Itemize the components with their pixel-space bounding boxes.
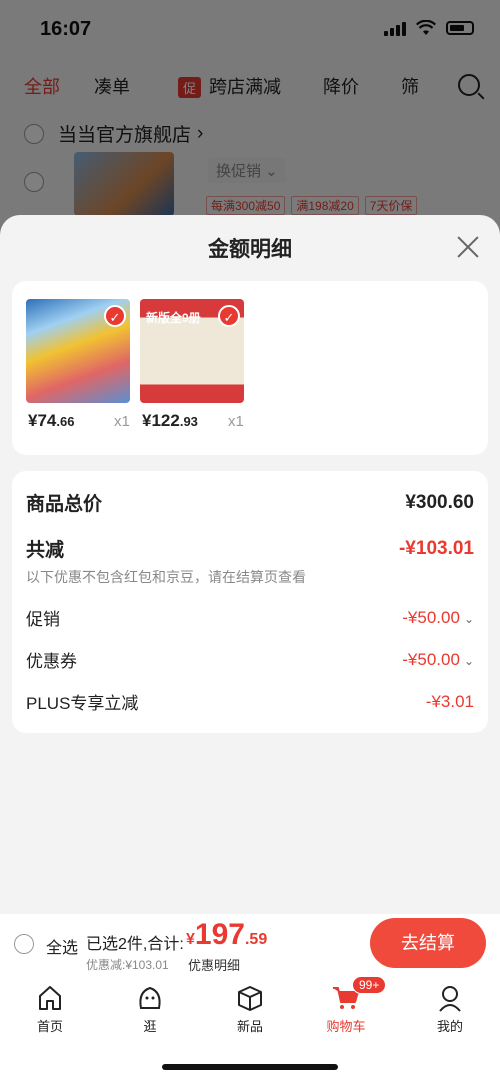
checkout-button[interactable]: 去结算 (370, 918, 486, 968)
total-row: 商品总价 ¥300.60 (26, 489, 474, 516)
products-card: ✓ ¥74.66 x1 新版全9册 ✓ ¥122.93 x1 (12, 281, 488, 455)
reduce-label: 共减 (26, 540, 65, 561)
tab-browse-label: 逛 (143, 1019, 157, 1034)
home-icon (35, 984, 65, 1012)
amount-detail-sheet: 金额明细 ✓ ¥74.66 x1 新版全9册 ✓ ¥122.93 x1 商品总价… (0, 215, 500, 915)
user-icon (435, 984, 465, 1012)
promo-value-wrap: -¥50.00 ⌄ (402, 608, 474, 628)
tab-me-label: 我的 (436, 1019, 463, 1034)
selected-info: 已选2件,合计: (86, 936, 184, 953)
coupon-value: -¥50.00 (402, 649, 460, 669)
plus-row: PLUS专享立减 -¥3.01 (26, 689, 474, 714)
sheet-title: 金额明细 (208, 238, 292, 261)
product-item[interactable]: 新版全9册 ✓ ¥122.93 x1 (140, 299, 250, 430)
tab-browse[interactable]: 逛 (110, 984, 190, 1035)
check-icon: ✓ (104, 305, 126, 327)
total-value: ¥300.60 (405, 491, 474, 513)
price-summary-card: 商品总价 ¥300.60 共减 -¥103.01 以下优惠不包含红包和京豆，请在… (12, 471, 488, 733)
tab-new[interactable]: 新品 (210, 984, 290, 1035)
plus-label: PLUS专享立减 (26, 694, 139, 713)
face-icon (135, 984, 165, 1012)
product-image: 新版全9册 ✓ (140, 299, 244, 403)
chevron-down-icon: ⌄ (463, 653, 474, 668)
product-quantity: x1 (228, 413, 244, 430)
check-icon: ✓ (218, 305, 240, 327)
reduce-row: 共减 -¥103.01 (26, 535, 474, 562)
box-icon (235, 984, 265, 1012)
home-indicator (162, 1064, 338, 1070)
coupon-value-wrap: -¥50.00 ⌄ (402, 650, 474, 670)
select-all-label[interactable]: 全选 (46, 934, 78, 958)
total-label: 商品总价 (26, 494, 103, 515)
chevron-down-icon: ⌄ (463, 611, 474, 626)
product-item[interactable]: ✓ ¥74.66 x1 (26, 299, 136, 430)
tab-home-label: 首页 (36, 1019, 63, 1034)
product-price: ¥74.66 (28, 411, 75, 430)
cart-badge: 99+ (352, 976, 387, 994)
promo-value: -¥50.00 (402, 607, 460, 627)
discount-amount: 优惠减:¥103.01 (86, 958, 169, 972)
coupon-row[interactable]: 优惠券 -¥50.00 ⌄ (26, 647, 474, 672)
checkout-bar: 全选 已选2件,合计: ¥197.59 优惠减:¥103.01 优惠明细 去结算 (0, 914, 500, 974)
promo-label: 促销 (26, 610, 60, 629)
plus-value: -¥3.01 (425, 691, 474, 711)
reduce-value: -¥103.01 (398, 537, 474, 559)
promo-row[interactable]: 促销 -¥50.00 ⌄ (26, 605, 474, 630)
product-quantity: x1 (114, 413, 130, 430)
select-all-checkbox[interactable] (14, 934, 34, 954)
tab-me[interactable]: 我的 (410, 984, 490, 1035)
total-price: ¥197.59 (186, 918, 268, 951)
tab-new-label: 新品 (236, 1019, 263, 1034)
product-image: ✓ (26, 299, 130, 403)
close-icon[interactable] (456, 235, 480, 259)
coupon-label: 优惠券 (26, 652, 77, 671)
discount-detail-link[interactable]: 优惠明细 (188, 955, 240, 974)
product-ribbon: 新版全9册 (146, 311, 201, 325)
tab-home[interactable]: 首页 (10, 984, 90, 1035)
tab-cart-label: 购物车 (326, 1019, 366, 1034)
product-price: ¥122.93 (142, 411, 198, 430)
discount-note: 以下优惠不包含红包和京豆，请在结算页查看 (26, 569, 306, 585)
